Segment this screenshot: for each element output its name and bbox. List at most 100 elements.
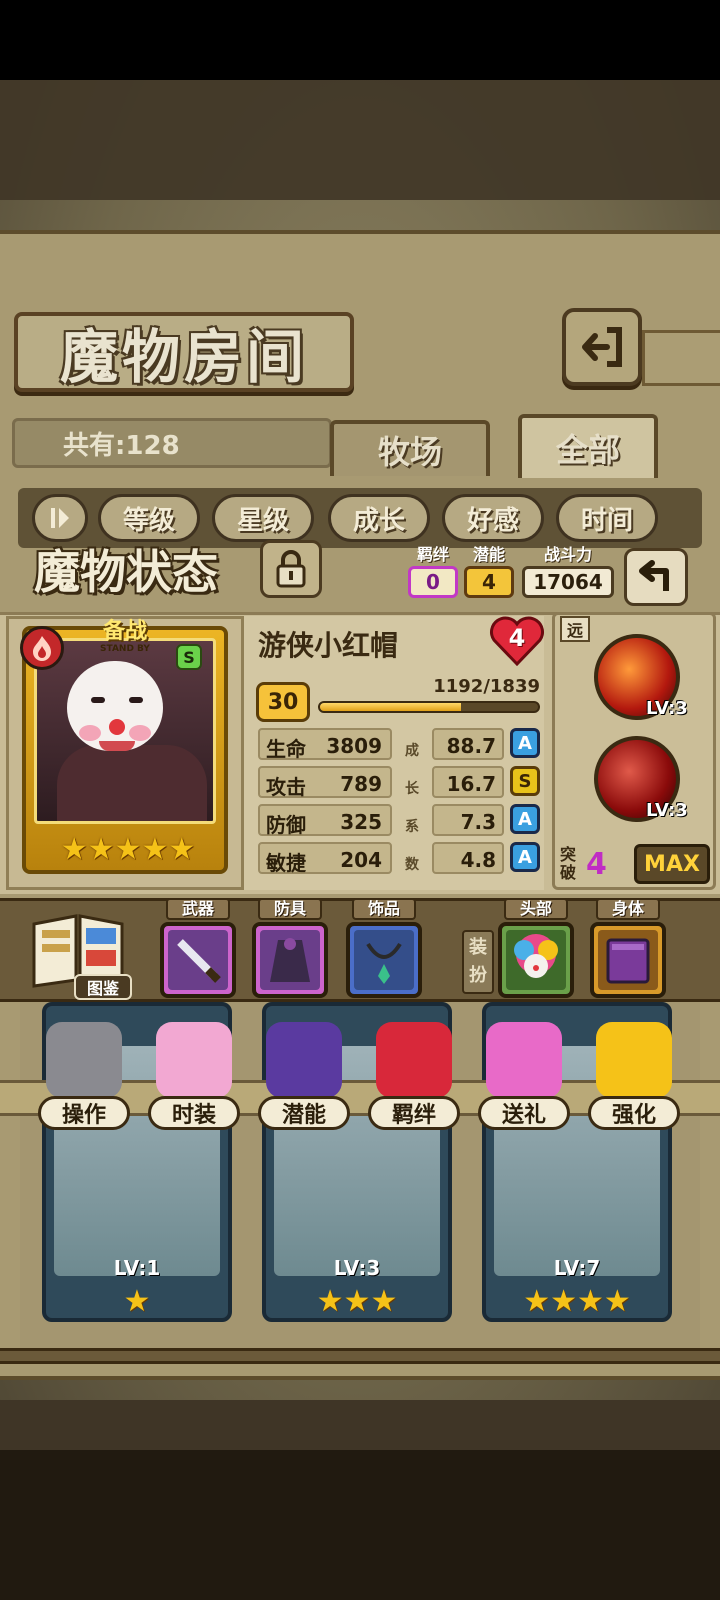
gift-button[interactable]: 送礼 — [478, 1020, 570, 1130]
hero-level: 30 — [256, 682, 310, 722]
enhance-button[interactable]: 强化 — [588, 1020, 680, 1130]
gift-label: 送礼 — [478, 1096, 570, 1130]
hero-name: 游侠小红帽 — [258, 629, 399, 662]
star-icon: ★ — [114, 832, 142, 867]
attr-def-label: 防御 — [266, 813, 306, 837]
operate-label: 操作 — [38, 1096, 130, 1130]
monster-status-title: 魔物状态 — [8, 538, 244, 600]
demon-icon — [266, 1022, 342, 1098]
skill-2-level: LV:3 — [646, 800, 688, 821]
coef-def-value: 7.3 — [460, 810, 496, 834]
bond-value: 0 — [408, 566, 458, 598]
return-arrow-icon — [639, 560, 669, 591]
growth-coef-char: 长 — [405, 781, 419, 797]
sort-time[interactable]: 时间 — [556, 494, 658, 542]
potential-button[interactable]: 潜能 — [258, 1020, 350, 1130]
attr-def: 防御 325 — [258, 804, 392, 837]
sort-level[interactable]: 等级 — [98, 494, 200, 542]
armor-slot[interactable] — [252, 922, 328, 998]
padlock-icon — [276, 550, 306, 588]
growth-coef-char: 系 — [405, 819, 419, 835]
necklace-icon — [354, 930, 414, 990]
growth-coef-char: 数 — [405, 857, 419, 873]
exp-bar — [318, 701, 540, 713]
standby-subtext: STAND BY — [100, 644, 150, 654]
monster-card-stars: ★ — [123, 1284, 151, 1319]
growth-coef-char: 成 — [405, 743, 419, 759]
lock-button[interactable] — [260, 540, 322, 598]
breakthrough: 突破 4 — [560, 842, 612, 886]
monster-card-level: LV:3 — [333, 1256, 381, 1280]
cape-icon — [260, 930, 320, 990]
clown-cheek-left — [79, 725, 101, 741]
attr-atk: 攻击 789 — [258, 766, 392, 799]
monster-count: 共有:128 — [12, 418, 332, 468]
star-icon: ★ — [141, 832, 169, 867]
exp-bar-fill — [320, 703, 462, 711]
rank-badge: S — [176, 644, 202, 670]
grade-hp-badge: A — [510, 728, 540, 758]
breakthrough-value: 4 — [586, 846, 607, 882]
sort-growth[interactable]: 成长 — [328, 494, 430, 542]
coef-atk-value: 16.7 — [446, 772, 496, 796]
fashion-button[interactable]: 时装 — [148, 1020, 240, 1130]
affection-heart[interactable]: 4 — [488, 614, 546, 667]
sort-star[interactable]: 星级 — [212, 494, 314, 542]
exit-arrow-icon — [582, 327, 622, 367]
sword-icon — [168, 930, 228, 990]
potential-label: 潜能 — [472, 545, 505, 564]
fire-element-icon — [20, 626, 64, 670]
coef-atk: 16.7 — [432, 766, 504, 798]
bond-button[interactable]: 羁绊 — [368, 1020, 460, 1130]
potential-stat: 潜能 4 — [464, 546, 514, 598]
sort-affection[interactable]: 好感 — [442, 494, 544, 542]
grade-agi-badge: A — [510, 842, 540, 872]
monster-card-level: LV:7 — [553, 1256, 601, 1280]
bond-label: 羁绊 — [416, 545, 449, 564]
close-status-button[interactable] — [624, 548, 688, 606]
background-band-bottom — [0, 1400, 720, 1450]
hero-card[interactable]: 备战 STAND BY S ★ ★ ★ ★ ★ — [20, 620, 228, 874]
exp-text: 1192/1839 — [433, 676, 540, 697]
monster-card-stars: ★★★★ — [523, 1284, 631, 1319]
coef-hp: 88.7 — [432, 728, 504, 760]
coef-hp-value: 88.7 — [446, 734, 496, 758]
coef-agi: 4.8 — [432, 842, 504, 874]
body-slot[interactable] — [590, 922, 666, 998]
header-tail — [642, 330, 720, 386]
attr-hp-value: 3809 — [326, 734, 382, 758]
status-bar-area — [0, 0, 720, 80]
breakthrough-max-button[interactable]: MAX — [634, 844, 710, 884]
navigation-area — [0, 1450, 720, 1600]
affection-level: 4 — [508, 624, 526, 652]
bond-stat: 羁绊 0 — [408, 546, 458, 598]
fashion-label: 时装 — [148, 1096, 240, 1130]
weapon-label: 武器 — [166, 898, 230, 920]
hero-star-rating: ★ ★ ★ ★ ★ — [48, 834, 208, 866]
tab-all[interactable]: 全部 — [518, 414, 658, 478]
clown-mouth — [99, 741, 135, 751]
page-title: 魔物房间 — [14, 312, 354, 392]
monster-status-title-text: 魔物状态 — [34, 545, 218, 599]
head-slot[interactable] — [498, 922, 574, 998]
star-icon: ★ — [87, 832, 115, 867]
standby-badge: 备战 STAND BY — [80, 620, 170, 655]
attr-hp: 生命 3809 — [258, 728, 392, 761]
tab-farm[interactable]: 牧场 — [330, 420, 490, 476]
enhance-label: 强化 — [588, 1096, 680, 1130]
potential-action-label: 潜能 — [258, 1096, 350, 1130]
armor-label: 防具 — [258, 898, 322, 920]
attr-agi: 敏捷 204 — [258, 842, 392, 875]
weapon-slot[interactable] — [160, 922, 236, 998]
potential-value: 4 — [464, 566, 514, 598]
combat-power-label: 战斗力 — [543, 545, 592, 564]
spellbook-icon — [598, 930, 658, 990]
sort-order-toggle[interactable] — [32, 494, 88, 542]
clown-eye-right — [129, 697, 143, 703]
operate-button[interactable]: 操作 — [38, 1020, 130, 1130]
dress-up-label: 装扮 — [462, 930, 494, 994]
exit-button[interactable] — [562, 308, 642, 386]
body-label: 身体 — [596, 898, 660, 920]
coef-def: 7.3 — [432, 804, 504, 836]
accessory-slot[interactable] — [346, 922, 422, 998]
